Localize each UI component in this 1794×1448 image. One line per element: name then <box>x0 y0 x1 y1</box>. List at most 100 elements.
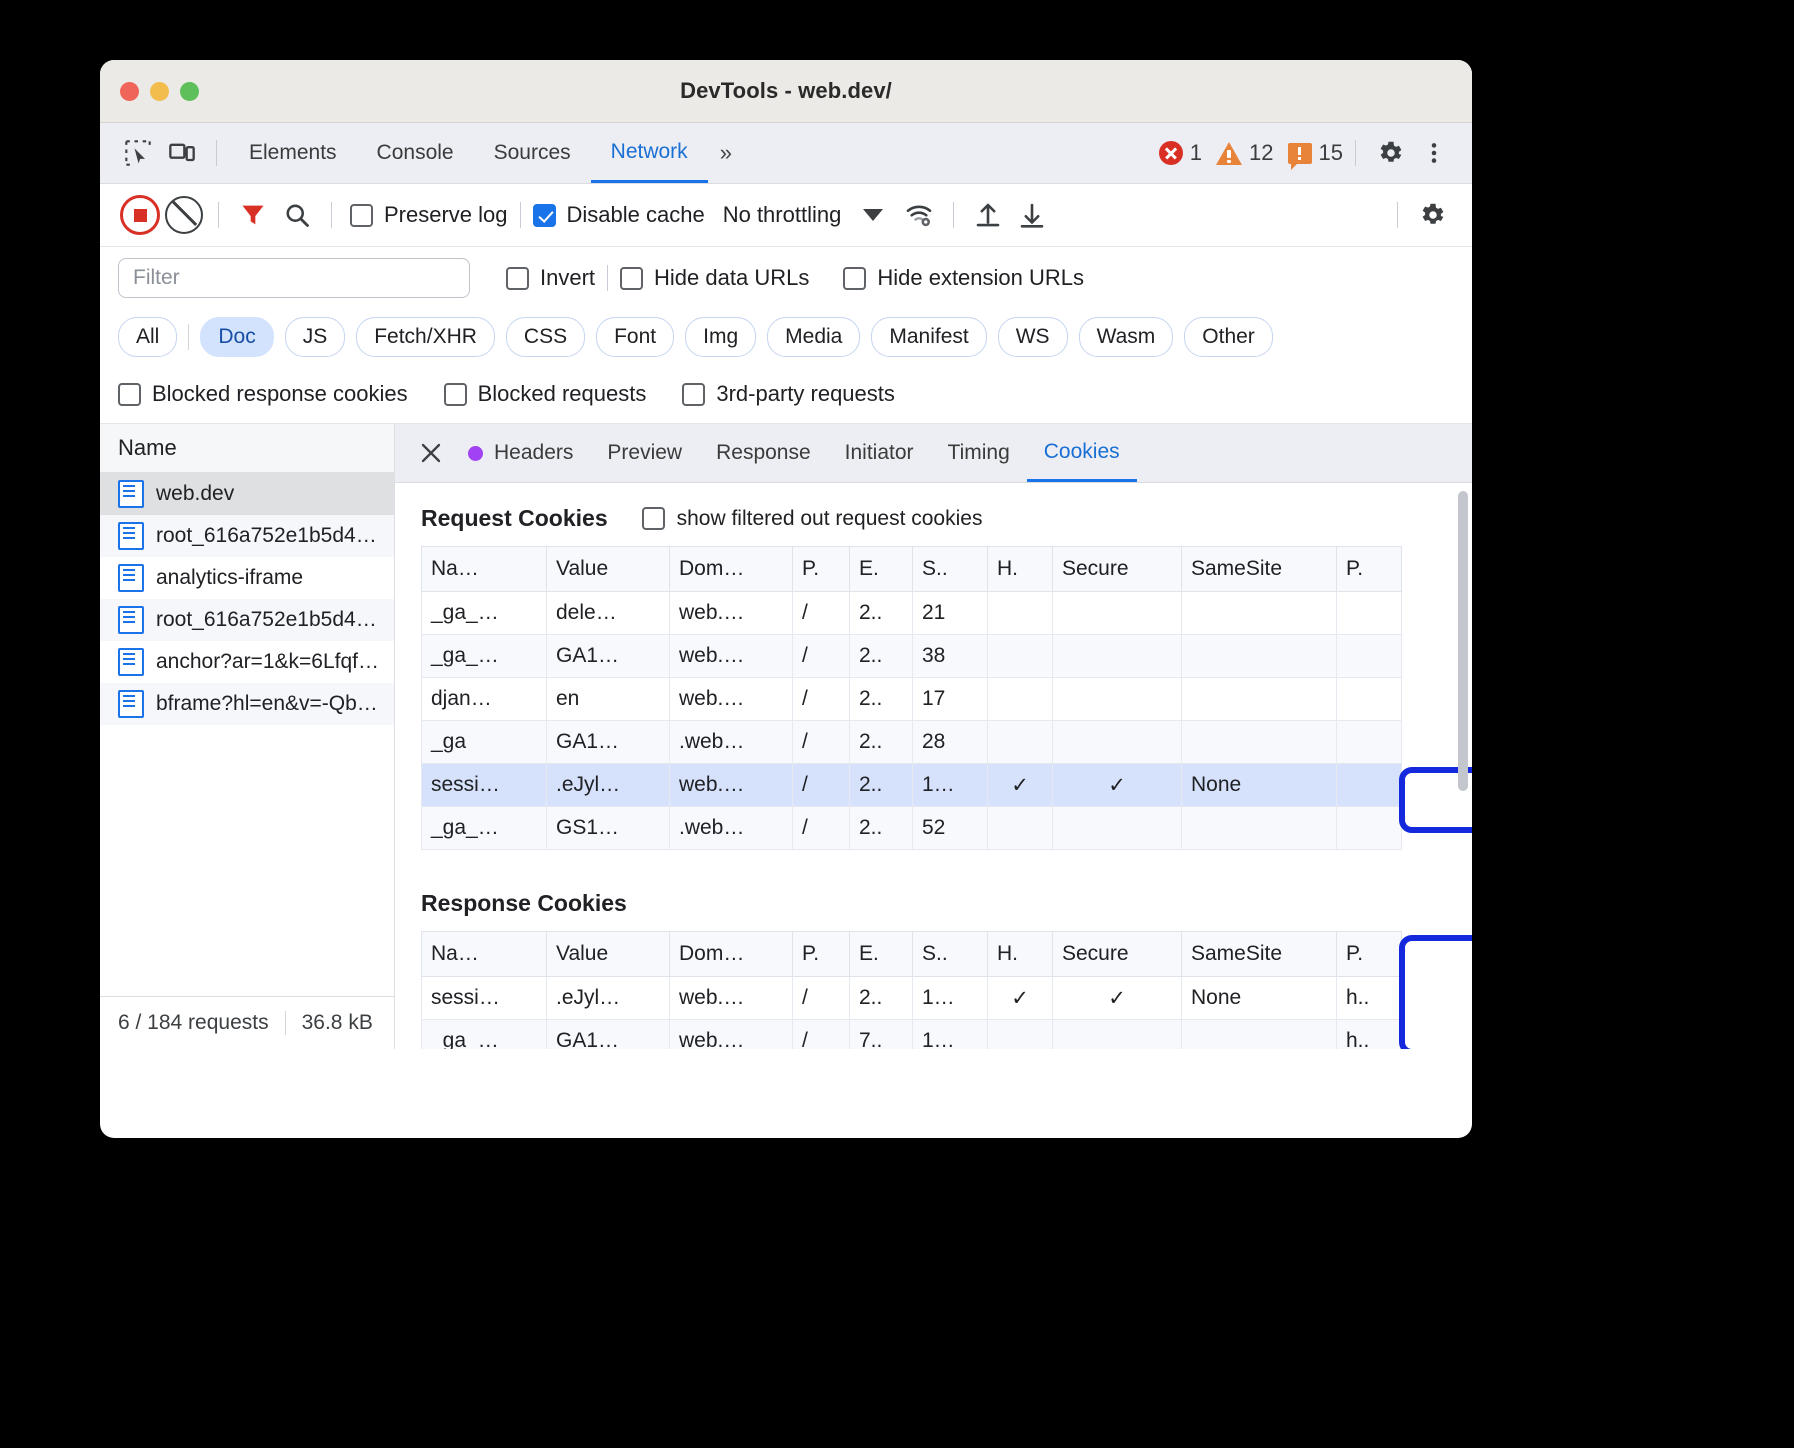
col-domain[interactable]: Dom… <box>670 932 793 977</box>
col-samesite[interactable]: SameSite <box>1182 547 1337 592</box>
wifi-settings-icon[interactable] <box>897 193 941 237</box>
inspect-cursor-icon[interactable] <box>116 131 160 175</box>
clear-no-entry-icon[interactable] <box>162 193 206 237</box>
filter-input[interactable] <box>118 258 470 298</box>
cell-domain: web.… <box>670 764 793 807</box>
col-samesite[interactable]: SameSite <box>1182 932 1337 977</box>
col-name[interactable]: Na… <box>422 932 547 977</box>
pill-media[interactable]: Media <box>767 317 860 357</box>
show-filtered-cookies-checkbox[interactable]: show filtered out request cookies <box>642 507 983 531</box>
col-value[interactable]: Value <box>547 547 670 592</box>
more-tabs-button[interactable]: » <box>708 140 744 166</box>
request-row-anchor[interactable]: anchor?ar=1&k=6Lfqf… <box>100 641 394 683</box>
blocked-response-cookies-checkbox[interactable]: Blocked response cookies <box>118 381 408 407</box>
show-filtered-cookies-box[interactable] <box>642 507 665 530</box>
col-domain[interactable]: Dom… <box>670 547 793 592</box>
request-list[interactable]: web.dev root_616a752e1b5d4… analytics-if… <box>100 473 394 996</box>
col-partition[interactable]: P. <box>1337 932 1402 977</box>
close-x-icon[interactable] <box>411 433 451 473</box>
issues-counter[interactable]: 15 <box>1288 140 1343 166</box>
col-expires[interactable]: E. <box>850 932 913 977</box>
pill-all[interactable]: All <box>118 317 177 357</box>
response-cookies-table[interactable]: Na… Value Dom… P. E. S.. H. Secure SameS… <box>421 931 1402 1049</box>
error-counter[interactable]: 1 <box>1159 140 1202 166</box>
pill-wasm[interactable]: Wasm <box>1079 317 1174 357</box>
request-list-header[interactable]: Name <box>100 424 394 473</box>
col-expires[interactable]: E. <box>850 547 913 592</box>
table-row[interactable]: _ga_… GA1… web.… / 2.. 38 Medium <box>422 635 1402 678</box>
upload-arrow-icon[interactable] <box>966 193 1010 237</box>
table-row[interactable]: _ga GA1… .web… / 2.. 28 Medium <box>422 721 1402 764</box>
col-secure[interactable]: Secure <box>1053 547 1182 592</box>
table-row[interactable]: _ga_… dele… web.… / 2.. 21 Medium <box>422 592 1402 635</box>
blocked-requests-box[interactable] <box>444 383 467 406</box>
request-row-web-dev[interactable]: web.dev <box>100 473 394 515</box>
tab-elements[interactable]: Elements <box>229 124 357 183</box>
download-arrow-icon[interactable] <box>1010 193 1054 237</box>
disable-cache-checkbox[interactable]: Disable cache <box>533 202 705 228</box>
gear-icon[interactable] <box>1368 131 1412 175</box>
funnel-filter-icon[interactable] <box>231 193 275 237</box>
third-party-requests-checkbox[interactable]: 3rd-party requests <box>682 381 895 407</box>
col-httponly[interactable]: H. <box>988 547 1053 592</box>
request-row-root-2[interactable]: root_616a752e1b5d4… <box>100 599 394 641</box>
table-row[interactable]: djan… en web.… / 2.. 17 Medium <box>422 678 1402 721</box>
col-path[interactable]: P. <box>793 932 850 977</box>
blocked-requests-checkbox[interactable]: Blocked requests <box>444 381 647 407</box>
request-row-bframe[interactable]: bframe?hl=en&v=-Qb… <box>100 683 394 725</box>
pill-ws[interactable]: WS <box>998 317 1068 357</box>
col-partition[interactable]: P. <box>1337 547 1402 592</box>
tab-initiator[interactable]: Initiator <box>828 425 931 482</box>
col-value[interactable]: Value <box>547 932 670 977</box>
third-party-requests-box[interactable] <box>682 383 705 406</box>
request-cookies-table[interactable]: Na… Value Dom… P. E. S.. H. Secure SameS… <box>421 546 1402 850</box>
tab-cookies[interactable]: Cookies <box>1027 425 1137 482</box>
hide-data-urls-checkbox[interactable]: Hide data URLs <box>620 265 809 291</box>
chevron-down-icon[interactable] <box>863 209 883 221</box>
col-path[interactable]: P. <box>793 547 850 592</box>
pill-fetch-xhr[interactable]: Fetch/XHR <box>356 317 495 357</box>
hide-data-urls-box[interactable] <box>620 267 643 290</box>
network-settings-gear-icon[interactable] <box>1410 193 1454 237</box>
pill-js[interactable]: JS <box>285 317 346 357</box>
tab-sources[interactable]: Sources <box>474 124 591 183</box>
preserve-log-checkbox[interactable]: Preserve log <box>350 202 508 228</box>
hide-extension-urls-box[interactable] <box>843 267 866 290</box>
pill-manifest[interactable]: Manifest <box>871 317 986 357</box>
table-row-selected[interactable]: sessi… .eJyl… web.… / 2.. 1… ✓ ✓ None Me… <box>422 764 1402 807</box>
request-row-root-1[interactable]: root_616a752e1b5d4… <box>100 515 394 557</box>
search-icon[interactable] <box>275 193 319 237</box>
col-size[interactable]: S.. <box>913 547 988 592</box>
tab-response[interactable]: Response <box>699 425 828 482</box>
table-row[interactable]: sessi… .eJyl… web.… / 2.. 1… ✓ ✓ None h.… <box>422 977 1402 1020</box>
tab-network[interactable]: Network <box>591 124 708 183</box>
pill-img[interactable]: Img <box>685 317 756 357</box>
table-row[interactable]: _ga_… GA1… web.… / 7.. 1… h.. Medium <box>422 1020 1402 1050</box>
table-row[interactable]: _ga_… GS1… .web… / 2.. 52 Medium <box>422 807 1402 850</box>
col-name[interactable]: Na… <box>422 547 547 592</box>
record-stop-icon[interactable] <box>118 193 162 237</box>
col-size[interactable]: S.. <box>913 932 988 977</box>
preserve-log-box[interactable] <box>350 204 373 227</box>
tab-preview[interactable]: Preview <box>590 425 699 482</box>
col-httponly[interactable]: H. <box>988 932 1053 977</box>
pill-doc[interactable]: Doc <box>200 317 273 357</box>
pill-font[interactable]: Font <box>596 317 674 357</box>
warning-counter[interactable]: 12 <box>1216 140 1273 166</box>
device-toolbar-icon[interactable] <box>160 131 204 175</box>
invert-checkbox[interactable]: Invert <box>506 265 595 291</box>
pill-other[interactable]: Other <box>1184 317 1273 357</box>
kebab-menu-icon[interactable] <box>1412 131 1456 175</box>
pill-css[interactable]: CSS <box>506 317 585 357</box>
col-secure[interactable]: Secure <box>1053 932 1182 977</box>
disable-cache-box[interactable] <box>533 204 556 227</box>
blocked-response-cookies-box[interactable] <box>118 383 141 406</box>
throttling-select[interactable]: No throttling <box>723 202 842 228</box>
tab-headers[interactable]: Headers <box>451 425 590 482</box>
request-row-analytics-iframe[interactable]: analytics-iframe <box>100 557 394 599</box>
tab-timing[interactable]: Timing <box>931 425 1027 482</box>
hide-extension-urls-checkbox[interactable]: Hide extension URLs <box>843 265 1084 291</box>
tab-console[interactable]: Console <box>357 124 474 183</box>
invert-box[interactable] <box>506 267 529 290</box>
detail-scrollbar[interactable] <box>1458 491 1468 1049</box>
